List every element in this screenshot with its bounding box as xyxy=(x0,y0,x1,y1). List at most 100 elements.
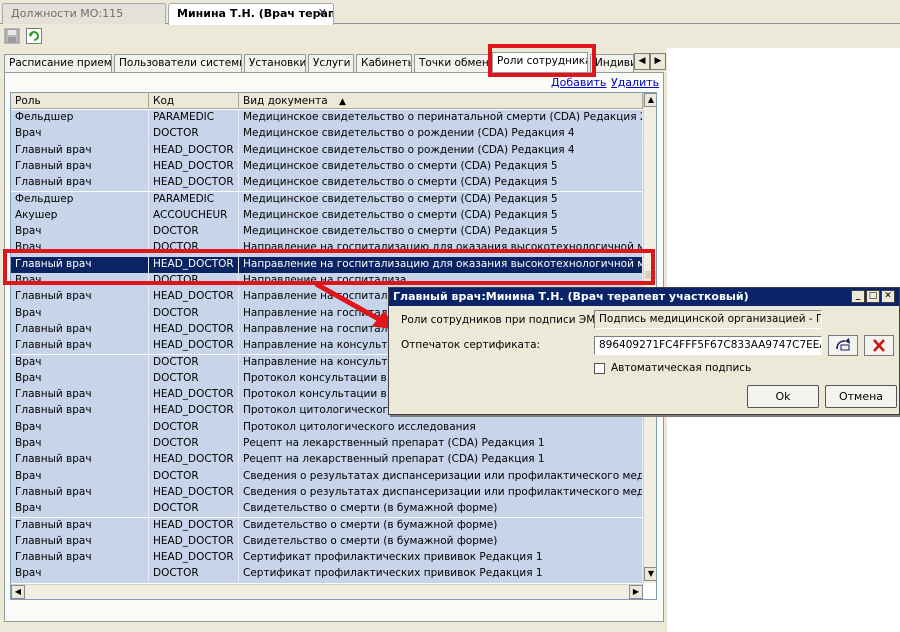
table-row[interactable]: Врач DOCTOR Протокол цитологического иссле… xyxy=(11,419,643,436)
scroll-left-icon[interactable]: ◀ xyxy=(11,585,25,599)
roles-label: Роли сотрудников при подписи ЭМД: xyxy=(401,314,608,326)
table-row[interactable]: Фельдшер PARAMEDIC Медицинское свидетельст… xyxy=(11,191,643,208)
certificate-field[interactable]: 896409271FC4FFF5F67C833AA9747C7EEAA27 xyxy=(594,336,822,355)
table-row[interactable]: Врач DOCTOR Медицинское свидетельство о см… xyxy=(11,224,643,241)
table-row[interactable]: Главный врач HEAD_DOCTOR Свидетельство о с… xyxy=(11,517,643,534)
cell-role: Главный врач xyxy=(11,338,149,355)
tab-individual[interactable]: Индиви xyxy=(590,54,634,72)
column-header-role[interactable]: Роль xyxy=(11,93,149,109)
maximize-icon[interactable]: □ xyxy=(866,290,880,303)
table-row[interactable]: Врач DOCTOR Медицинское свидетельство о ро… xyxy=(11,126,643,143)
dialog-title-bar[interactable]: Главный врач:Минина Т.Н. (Врач терапевт … xyxy=(389,288,899,306)
doc-tab-positions[interactable]: Должности МО:115 xyxy=(2,3,166,24)
tab-rooms[interactable]: Кабинеты xyxy=(356,54,412,72)
cell-code: HEAD_DOCTOR xyxy=(149,517,239,534)
tab-employee-roles[interactable]: Роли сотрудника xyxy=(492,52,588,72)
table-row[interactable]: Врач DOCTOR Сведения о результатах диспанс… xyxy=(11,468,643,485)
cell-role: Фельдшер xyxy=(11,110,149,126)
close-icon[interactable]: ✕ xyxy=(318,6,327,19)
select-certificate-button[interactable] xyxy=(828,335,858,356)
tab-scroll-right-button[interactable]: ▶ xyxy=(650,53,666,70)
cell-code: HEAD_DOCTOR xyxy=(149,403,239,420)
table-row[interactable]: Врач DOCTOR Свидетельство о смерти (в бума… xyxy=(11,501,643,518)
add-link[interactable]: Добавить xyxy=(551,76,606,89)
cell-role: Главный врач xyxy=(11,321,149,338)
cell-code: HEAD_DOCTOR xyxy=(149,175,239,192)
cell-code: DOCTOR xyxy=(149,436,239,452)
tab-services[interactable]: Услуги xyxy=(308,54,354,72)
cell-code: HEAD_DOCTOR xyxy=(149,256,239,273)
tab-scroll-left-button[interactable]: ◀ xyxy=(634,53,650,70)
table-row[interactable]: Врач DOCTOR Направление на госпитализацию … xyxy=(11,240,643,257)
cell-document-type: Направление на госпитализацию для оказан… xyxy=(239,256,643,273)
cell-role: Главный врач xyxy=(11,403,149,420)
column-header-code[interactable]: Код xyxy=(149,93,239,109)
table-row[interactable]: Главный врач HEAD_DOCTOR Медицинское свиде… xyxy=(11,158,643,176)
document-tab-bar: Должности МО:115 Минина Т.Н. (Врач терап… xyxy=(0,0,900,25)
save-button[interactable] xyxy=(4,28,20,44)
cell-role: Главный врач xyxy=(11,517,149,534)
auto-sign-checkbox[interactable] xyxy=(594,363,605,374)
table-row[interactable]: Врач DOCTOR Рецепт на лекарственный препар… xyxy=(11,436,643,453)
cell-role: Врач xyxy=(11,370,149,387)
roles-field[interactable]: Подпись медицинской организацией - Главн xyxy=(594,310,822,329)
sort-ascending-icon: ▲ xyxy=(339,97,346,107)
table-row[interactable]: Главный врач HEAD_DOCTOR Свидетельство о с… xyxy=(11,533,643,551)
auto-sign-label: Автоматическая подпись xyxy=(611,362,752,374)
cell-code: HEAD_DOCTOR xyxy=(149,550,239,567)
table-row[interactable]: Главный врач HEAD_DOCTOR Рецепт на лекарст… xyxy=(11,452,643,469)
table-row[interactable]: Главный врач HEAD_DOCTOR Сертификат профил… xyxy=(11,550,643,567)
table-row[interactable]: Врач DOCTOR Сертификат профилактических пр… xyxy=(11,566,643,583)
cell-document-type: Медицинское свидетельство о смерти (CDA)… xyxy=(239,224,643,241)
cell-role: Главный врач xyxy=(11,158,149,175)
clear-certificate-button[interactable] xyxy=(864,335,894,356)
cell-code: DOCTOR xyxy=(149,419,239,436)
cell-document-type: Свидетельство о смерти (в бумажной форме… xyxy=(239,501,643,518)
cell-role: Врач xyxy=(11,566,149,583)
delete-link[interactable]: Удалить xyxy=(611,76,659,89)
horizontal-scrollbar[interactable]: ◀ ▶ xyxy=(11,584,643,599)
cell-document-type: Сведения о результатах диспансеризации и… xyxy=(239,484,643,501)
table-row[interactable]: Главный врач HEAD_DOCTOR Сведения о резуль… xyxy=(11,484,643,502)
tab-schedule[interactable]: Расписание приема xyxy=(4,54,112,72)
cell-document-type: Медицинское свидетельство о смерти (CDA)… xyxy=(239,191,643,208)
scrollbar-thumb[interactable] xyxy=(645,271,656,279)
scroll-down-icon[interactable]: ▼ xyxy=(644,567,656,581)
cell-code: DOCTOR xyxy=(149,468,239,485)
table-row[interactable]: Главный врач HEAD_DOCTOR Медицинское свиде… xyxy=(11,142,643,159)
ok-button[interactable]: Ok xyxy=(747,385,819,408)
cancel-button[interactable]: Отмена xyxy=(825,385,897,408)
cell-document-type: Рецепт на лекарственный препарат (CDA) Р… xyxy=(239,436,643,452)
scroll-up-icon[interactable]: ▲ xyxy=(644,93,656,107)
tab-system-users[interactable]: Пользователи системы xyxy=(114,54,242,72)
minimize-icon[interactable]: _ xyxy=(851,290,865,303)
cell-document-type: Медицинское свидетельство о смерти (CDA)… xyxy=(239,207,643,224)
cell-code: DOCTOR xyxy=(149,224,239,241)
column-header-document-type[interactable]: Вид документа ▲ xyxy=(239,93,643,109)
cell-role: Врач xyxy=(11,240,149,257)
cell-code: HEAD_DOCTOR xyxy=(149,338,239,355)
tab-exchange-points[interactable]: Точки обмена xyxy=(414,54,490,72)
table-row[interactable]: Фельдшер PARAMEDIC Медицинское свидетельст… xyxy=(11,110,643,127)
cell-code: HEAD_DOCTOR xyxy=(149,452,239,469)
cell-document-type: Протокол цитологического исследования xyxy=(239,419,643,436)
cell-code: HEAD_DOCTOR xyxy=(149,289,239,306)
cell-code: HEAD_DOCTOR xyxy=(149,158,239,175)
cell-role: Главный врач xyxy=(11,452,149,469)
close-icon[interactable]: ✕ xyxy=(881,290,895,303)
save-icon xyxy=(4,28,20,44)
table-row[interactable]: Акушер ACCOUCHEUR Медицинское свидетельств… xyxy=(11,207,643,225)
table-row[interactable]: Главный врач HEAD_DOCTOR Медицинское свиде… xyxy=(11,175,643,192)
tab-settings[interactable]: Установки xyxy=(244,54,306,72)
cell-role: Акушер xyxy=(11,207,149,224)
scroll-right-icon[interactable]: ▶ xyxy=(629,585,643,599)
cell-document-type: Медицинское свидетельство о рождении (CD… xyxy=(239,126,643,143)
cell-role: Главный врач xyxy=(11,142,149,159)
cell-code: HEAD_DOCTOR xyxy=(149,321,239,338)
refresh-icon xyxy=(26,28,42,44)
refresh-button[interactable] xyxy=(26,28,42,44)
doc-tab-employee[interactable]: Минина Т.Н. (Врач терап... ✕ xyxy=(168,3,334,25)
cell-code: DOCTOR xyxy=(149,566,239,583)
table-row[interactable]: Главный врач HEAD_DOCTOR Направление на го… xyxy=(11,256,643,273)
cell-code: DOCTOR xyxy=(149,273,239,289)
